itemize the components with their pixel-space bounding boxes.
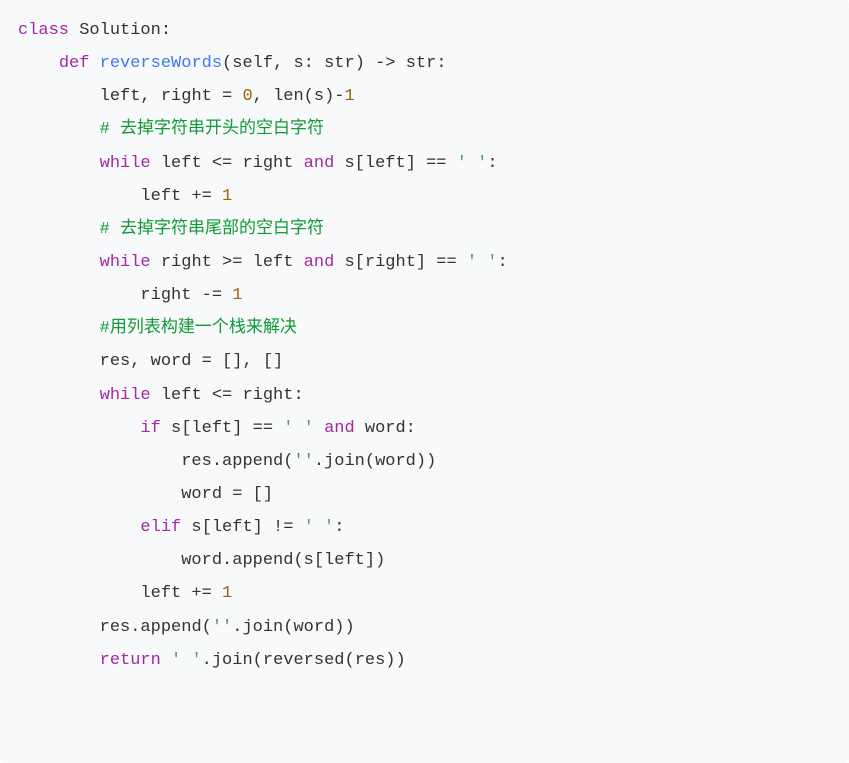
code-block: class Solution: def reverseWords(self, s…	[0, 0, 849, 763]
keyword-while: while	[100, 386, 151, 405]
code-line: while left <= right and s[left] == ' ':	[18, 154, 498, 173]
string-literal: ''	[293, 452, 313, 471]
code-line: class Solution:	[18, 21, 171, 40]
comment: # 去掉字符串尾部的空白字符	[100, 220, 324, 239]
string-literal: ' '	[283, 419, 314, 438]
code-line: left, right = 0, len(s)-1	[18, 87, 355, 106]
code-line: # 去掉字符串尾部的空白字符	[18, 220, 324, 239]
string-literal: ' '	[171, 651, 202, 670]
keyword-class: class	[18, 21, 69, 40]
string-literal: ''	[212, 618, 232, 637]
comment: # 去掉字符串开头的空白字符	[100, 120, 324, 139]
code-line: res.append(''.join(word))	[18, 618, 355, 637]
keyword-and: and	[304, 253, 335, 272]
code-line: word.append(s[left])	[18, 551, 385, 570]
code-line: left += 1	[18, 584, 232, 603]
class-name: Solution	[79, 21, 161, 40]
keyword-while: while	[100, 253, 151, 272]
keyword-while: while	[100, 154, 151, 173]
code-line: elif s[left] != ' ':	[18, 518, 344, 537]
code-line: # 去掉字符串开头的空白字符	[18, 120, 324, 139]
string-literal: ' '	[467, 253, 498, 272]
comment: #用列表构建一个栈来解决	[100, 319, 297, 338]
string-literal: ' '	[304, 518, 335, 537]
keyword-and: and	[304, 154, 335, 173]
keyword-return: return	[100, 651, 161, 670]
keyword-def: def	[59, 54, 90, 73]
code-line: res, word = [], []	[18, 352, 283, 371]
code-line: res.append(''.join(word))	[18, 452, 436, 471]
code-line: while left <= right:	[18, 386, 304, 405]
code-line: #用列表构建一个栈来解决	[18, 319, 297, 338]
code-line: if s[left] == ' ' and word:	[18, 419, 416, 438]
code-line: word = []	[18, 485, 273, 504]
code-line: while right >= left and s[right] == ' ':	[18, 253, 508, 272]
keyword-and: and	[324, 419, 355, 438]
keyword-elif: elif	[140, 518, 181, 537]
code-line: def reverseWords(self, s: str) -> str:	[18, 54, 447, 73]
function-name: reverseWords	[100, 54, 222, 73]
code-line: right -= 1	[18, 286, 242, 305]
keyword-if: if	[140, 419, 160, 438]
code-line: left += 1	[18, 187, 232, 206]
code-line: return ' '.join(reversed(res))	[18, 651, 406, 670]
string-literal: ' '	[457, 154, 488, 173]
colon: :	[161, 21, 171, 40]
